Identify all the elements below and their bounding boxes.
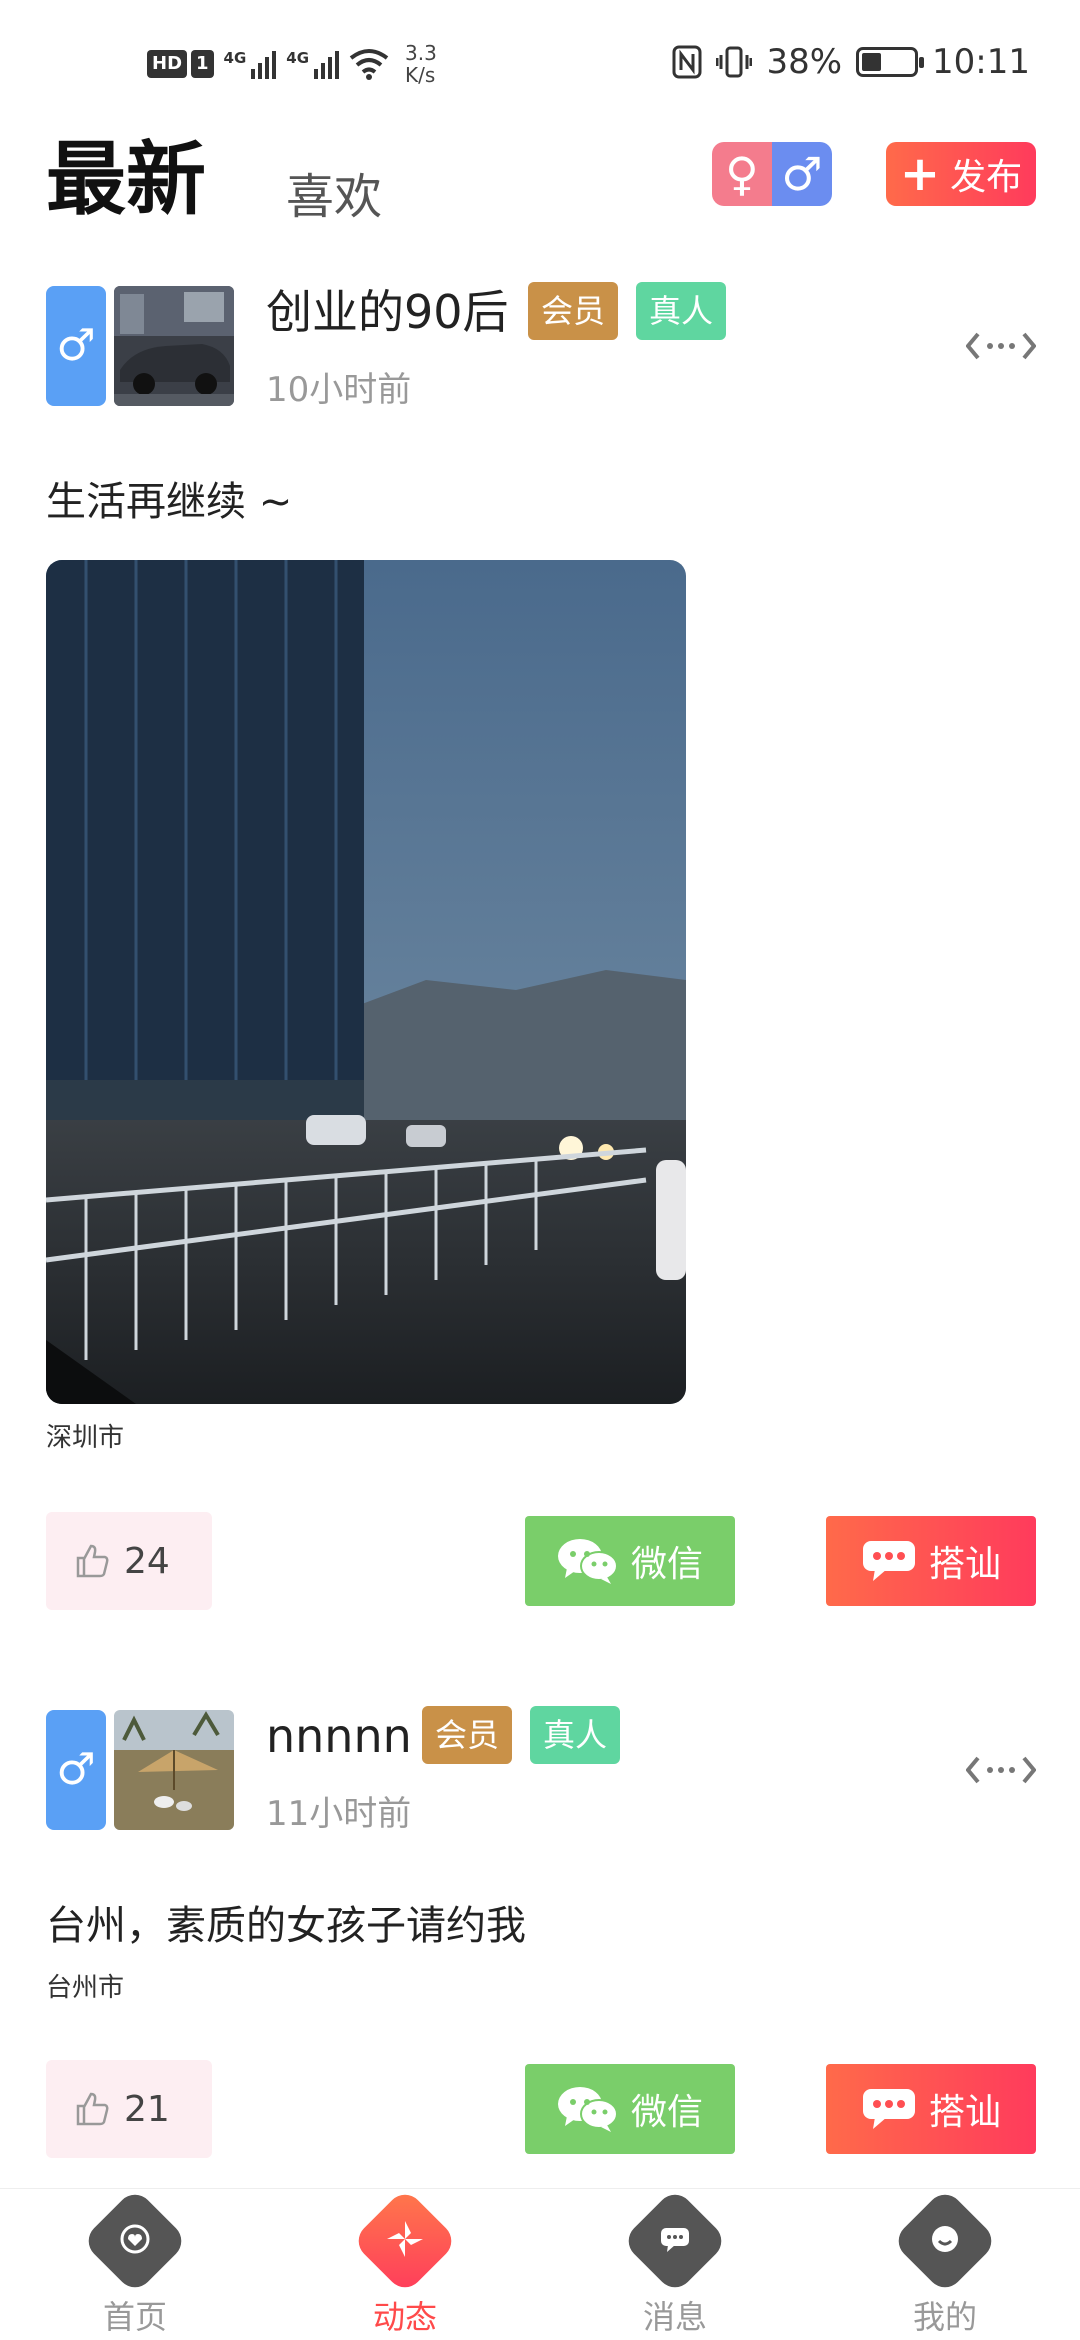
like-count: 24 [124, 1540, 170, 1582]
chat-button[interactable]: 搭讪 [826, 1516, 1036, 1606]
tab-feed-label: 动态 [372, 2298, 437, 2336]
post-time: 10小时前 [266, 370, 412, 410]
publish-button[interactable]: + 发布 [886, 142, 1036, 206]
home-icon [81, 2187, 189, 2295]
male-filter-icon[interactable]: ♂ [772, 142, 832, 206]
speed-unit: K/s [405, 63, 436, 87]
more-options-icon[interactable] [966, 1750, 1036, 1790]
tab-latest-label: 最新 [46, 133, 206, 226]
vip-badge: 会员 [528, 282, 618, 340]
wifi-icon [349, 49, 389, 80]
status-left: HD 1 4G 4G 3.3 K/s [147, 42, 437, 86]
post-location: 台州市 [46, 1973, 125, 2003]
tab-feed[interactable]: 动态 [325, 2187, 485, 2337]
username[interactable]: nnnnn [266, 1706, 412, 1766]
battery-icon [856, 47, 925, 77]
like-count: 21 [124, 2088, 170, 2130]
clock: 10:11 [932, 42, 1030, 82]
thumbs-up-icon [76, 1544, 109, 1578]
signal-icon: 4G [224, 49, 277, 79]
post-content: 生活再继续 ~ [46, 479, 293, 525]
post-time: 11小时前 [266, 1794, 412, 1834]
top-header: 最新 喜欢 ♀ ♂ + 发布 [0, 130, 1080, 250]
like-button[interactable]: 21 [46, 2060, 212, 2158]
thumbs-up-icon [76, 2092, 109, 2126]
wechat-icon [557, 2087, 618, 2132]
post-location: 深圳市 [46, 1423, 125, 1453]
tab-profile-label: 我的 [912, 2298, 977, 2336]
network-speed: 3.3 K/s [405, 42, 437, 86]
chat-label: 搭讪 [928, 1544, 1001, 1585]
battery-percent: 38% [766, 42, 843, 82]
hd-indicator: HD 1 [147, 50, 214, 78]
avatar[interactable] [114, 1710, 234, 1830]
tab-home[interactable]: 首页 [55, 2187, 215, 2337]
real-person-badge: 真人 [530, 1706, 620, 1764]
battery-level [862, 53, 882, 71]
chat-button[interactable]: 搭讪 [826, 2064, 1036, 2154]
wechat-button[interactable]: 微信 [525, 2064, 735, 2154]
vibrate-icon [716, 46, 753, 78]
hd-label: HD [147, 50, 188, 78]
network-type-label: 4G [223, 49, 247, 67]
avatar[interactable] [114, 286, 234, 406]
network-type-label-2: 4G [286, 49, 310, 67]
feed-icon [351, 2187, 459, 2295]
female-filter-icon[interactable]: ♀ [712, 142, 772, 206]
tab-home-label: 首页 [102, 2298, 167, 2336]
avatar-camping-image [114, 1710, 234, 1830]
post-content: 台州，素质的女孩子请约我 [46, 1903, 526, 1949]
speed-value: 3.3 [405, 41, 437, 65]
wechat-label: 微信 [630, 2092, 703, 2133]
tab-profile[interactable]: 我的 [865, 2187, 1025, 2337]
app-screen: HD 1 4G 4G 3.3 K/s 38% 10:11 最新 喜欢 ♀ ♂ +… [0, 0, 1080, 2340]
chat-label: 搭讪 [928, 2092, 1001, 2133]
gender-filter-toggle[interactable]: ♀ ♂ [712, 142, 832, 206]
city-rain-photo [46, 560, 686, 1404]
sim-label: 1 [191, 50, 214, 78]
tab-latest[interactable]: 最新 [46, 130, 220, 242]
signal-icon-2: 4G [286, 49, 340, 79]
tab-messages[interactable]: 消息 [595, 2187, 755, 2337]
username[interactable]: 创业的90后 [266, 282, 509, 342]
tab-messages-label: 消息 [642, 2298, 707, 2336]
chat-bubble-icon [862, 2089, 915, 2129]
plus-icon: + [899, 146, 941, 202]
tab-like[interactable]: 喜欢 [286, 162, 382, 232]
post-photo[interactable] [46, 560, 686, 1404]
vip-badge: 会员 [422, 1706, 512, 1764]
bottom-tab-bar: 首页 动态 消息 我的 [0, 2187, 1080, 2340]
publish-label: 发布 [950, 157, 1023, 198]
like-button[interactable]: 24 [46, 1512, 212, 1610]
real-person-badge: 真人 [636, 282, 726, 340]
wechat-icon [557, 1539, 618, 1584]
avatar-car-image [114, 286, 234, 406]
status-bar: HD 1 4G 4G 3.3 K/s 38% 10:11 [0, 0, 1080, 130]
profile-icon [891, 2187, 999, 2295]
more-options-icon[interactable] [966, 326, 1036, 366]
wechat-button[interactable]: 微信 [525, 1516, 735, 1606]
chat-bubble-icon [862, 1541, 915, 1581]
nfc-icon [672, 45, 702, 79]
message-icon [621, 2187, 729, 2295]
male-gender-badge: ♂ [46, 286, 106, 406]
male-gender-badge: ♂ [46, 1710, 106, 1830]
status-right: 38% 10:11 [672, 42, 1030, 82]
wechat-label: 微信 [630, 1544, 703, 1585]
